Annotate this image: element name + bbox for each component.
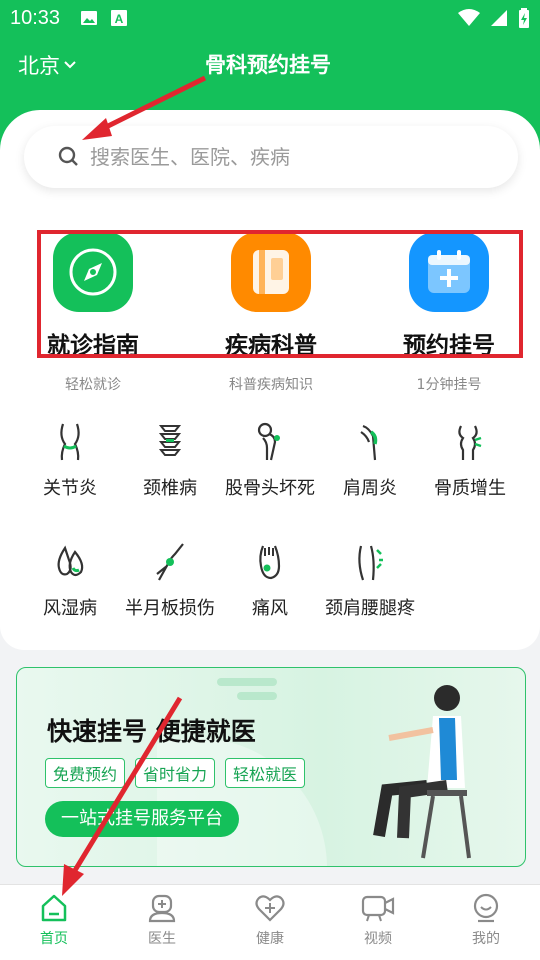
foot-icon <box>259 545 281 580</box>
shoulder-icon <box>360 424 378 461</box>
signal-icon <box>491 10 507 26</box>
knee-icon <box>60 423 80 461</box>
doctor-icon <box>148 894 176 923</box>
banner-tag: 免费预约 <box>45 758 126 788</box>
disease-label: 骨质增生 <box>434 478 506 499</box>
disease-label: 颈椎病 <box>143 478 197 499</box>
status-time: 10:33 <box>10 7 61 29</box>
city-selector[interactable]: 北京 <box>18 50 76 80</box>
disease-frozen-shoulder[interactable]: 肩周炎 <box>316 422 424 500</box>
tab-label: 首页 <box>40 931 68 947</box>
tab-mine[interactable]: 我的 <box>432 893 540 948</box>
chevron-down-icon <box>64 61 76 69</box>
disease-arthritis[interactable]: 关节炎 <box>16 422 124 500</box>
disease-neck-shoulder-pain[interactable]: 颈肩腰腿疼 <box>316 542 424 620</box>
spine-icon <box>158 425 182 456</box>
disease-label: 半月板损伤 <box>125 598 215 619</box>
top-navigation: 北京 骨科预约挂号 <box>0 36 540 92</box>
search-icon <box>58 146 78 166</box>
a-icon: A <box>111 10 127 26</box>
tab-doctor[interactable]: 医生 <box>108 893 216 948</box>
svg-text:A: A <box>115 12 124 26</box>
image-icon <box>81 11 97 25</box>
page-title: 骨科预约挂号 <box>205 53 331 77</box>
promo-banner[interactable]: 快速挂号 便捷就医 免费预约 省时省力 轻松就医 一站式挂号服务平台 <box>16 667 526 867</box>
disease-label: 关节炎 <box>43 478 97 499</box>
disease-label: 痛风 <box>252 598 288 619</box>
tab-label: 我的 <box>472 931 500 947</box>
tab-video[interactable]: 视频 <box>324 893 432 948</box>
city-label: 北京 <box>18 54 60 78</box>
tab-label: 医生 <box>148 931 176 947</box>
banner-tags: 免费预约 省时省力 轻松就医 <box>45 758 306 788</box>
bottom-tab-bar: 首页 医生 健康 视频 我的 <box>0 884 540 960</box>
feature-subtitle: 轻松就诊 <box>65 377 121 393</box>
meniscus-icon <box>156 543 184 581</box>
tab-label: 视频 <box>364 931 392 947</box>
tab-health[interactable]: 健康 <box>216 893 324 948</box>
disease-rheumatism[interactable]: 风湿病 <box>16 542 124 620</box>
banner-title: 快速挂号 便捷就医 <box>47 717 256 746</box>
feature-subtitle: 1分钟挂号 <box>416 377 482 393</box>
bone-spur-icon <box>458 425 482 460</box>
status-bar: 10:33 A <box>0 0 540 36</box>
disease-label: 颈肩腰腿疼 <box>325 598 415 619</box>
banner-tag: 省时省力 <box>135 758 216 788</box>
femur-icon <box>257 422 280 461</box>
battery-icon <box>519 8 529 28</box>
wifi-icon <box>458 9 480 26</box>
search-input[interactable] <box>90 145 490 169</box>
disease-label: 股骨头坏死 <box>225 478 315 499</box>
disease-bone-spur[interactable]: 骨质增生 <box>416 422 524 500</box>
back-pain-icon <box>358 545 383 581</box>
disease-meniscus[interactable]: 半月板损伤 <box>116 542 224 620</box>
smile-icon <box>473 893 499 923</box>
feature-subtitle: 科普疾病知识 <box>229 377 313 393</box>
disease-gout[interactable]: 痛风 <box>216 542 324 620</box>
video-icon <box>361 895 395 922</box>
drops-icon <box>57 545 84 577</box>
heart-plus-icon <box>255 895 285 922</box>
disease-cervical[interactable]: 颈椎病 <box>116 422 224 500</box>
banner-tag: 轻松就医 <box>225 758 306 788</box>
banner-cta-button[interactable]: 一站式挂号服务平台 <box>45 801 239 837</box>
search-bar[interactable] <box>24 126 518 188</box>
tab-label: 健康 <box>256 931 284 947</box>
home-icon <box>41 894 67 922</box>
annotation-highlight-box <box>37 230 523 358</box>
tab-home[interactable]: 首页 <box>0 893 108 948</box>
disease-label: 风湿病 <box>43 598 97 619</box>
disease-femoral-necrosis[interactable]: 股骨头坏死 <box>216 422 324 500</box>
disease-label: 肩周炎 <box>343 478 397 499</box>
